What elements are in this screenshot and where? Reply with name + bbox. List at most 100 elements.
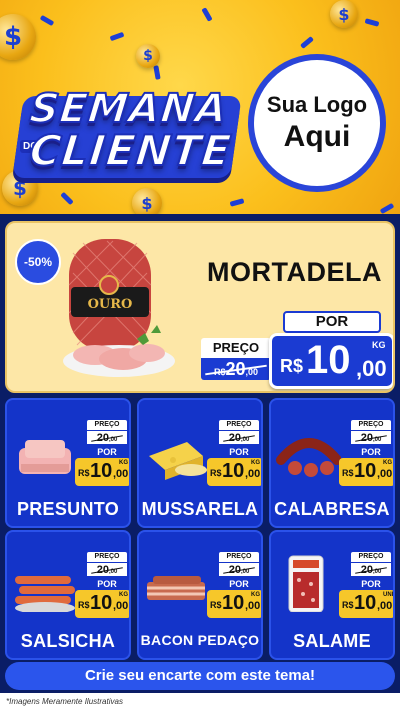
price-unit: KG: [251, 460, 260, 466]
new-price: R$ 10,00 KG: [207, 458, 261, 486]
price-dec: ,00: [377, 600, 393, 612]
por-label: POR: [97, 579, 117, 589]
old-price-value: 20,00: [87, 430, 127, 444]
price-int: 10: [354, 460, 377, 482]
price-unit: KG: [119, 460, 128, 466]
calabresa-image: [276, 438, 341, 477]
old-price-value: 20,00: [87, 562, 127, 576]
price-currency: R$: [280, 356, 304, 376]
old-price: PREÇO20,00: [87, 552, 127, 578]
price-currency: R$: [210, 600, 222, 610]
old-price-value: 20,00: [219, 562, 259, 576]
new-price: R$ 10 ,00 KG: [269, 333, 393, 389]
old-price: PREÇO20,00: [351, 552, 391, 578]
featured-product-name: MORTADELA: [207, 257, 382, 287]
price-dec: ,00: [356, 356, 387, 381]
product-card[interactable]: PREÇO20,00PORR$10,00KGMUSSARELA: [137, 398, 263, 528]
confetti-icon: [60, 191, 74, 206]
price-unit: KG: [251, 592, 260, 598]
mussarela-image: [149, 442, 207, 480]
product-name: SALSICHA: [20, 631, 116, 651]
confetti-icon: [39, 14, 55, 27]
price-unit: KG: [119, 592, 128, 598]
logo-text-line1: Sua Logo: [266, 92, 368, 117]
new-price: R$10,00 UNID: [339, 590, 394, 618]
price-unit: UNID: [383, 592, 394, 598]
price-int: 10: [222, 460, 245, 482]
product-card[interactable]: PREÇO20,00PORR$10,00KGSALSICHA: [5, 530, 131, 660]
product-card[interactable]: PREÇO20,00PORR$10,00KGCALABRESA: [269, 398, 395, 528]
flyer-page: $ $ $ $ $ SEMANA DO CLIENTE Sua Logo Aqu…: [0, 0, 400, 711]
product-name: PRESUNTO: [16, 499, 120, 519]
confetti-icon: [201, 7, 213, 22]
logo-text-line2: Aqui: [283, 120, 351, 153]
confetti-icon: [229, 198, 245, 207]
price-int: 10: [90, 460, 113, 482]
price-currency: R$: [342, 468, 354, 478]
old-price-label: PREÇO: [87, 552, 127, 562]
price-dec: ,00: [245, 468, 261, 480]
por-label: POR: [283, 311, 381, 333]
coin-icon: $: [132, 188, 162, 214]
old-price: PREÇO R$20,00: [201, 338, 271, 382]
discount-badge: -50%: [15, 239, 61, 285]
confetti-icon: [153, 65, 161, 80]
old-price-label: PREÇO: [351, 552, 391, 562]
por-label: POR: [361, 579, 381, 589]
logo-placeholder[interactable]: Sua Logo Aqui: [248, 54, 386, 192]
confetti-icon: [109, 31, 125, 42]
price-currency: R$: [78, 468, 90, 478]
title-line-cliente: CLIENTE: [26, 125, 235, 176]
price-int: 10: [306, 338, 351, 382]
price-unit: KG: [383, 460, 392, 466]
cta-button[interactable]: Crie seu encarte com este tema!: [5, 662, 395, 690]
coin-icon: $: [330, 0, 358, 28]
product-card[interactable]: PREÇO20,00POR R$10,00 UNID SALAME: [269, 530, 395, 660]
footer: *Imagens Meramente Ilustrativas: [0, 693, 400, 711]
confetti-icon: [300, 36, 314, 49]
salame-image: [288, 555, 324, 612]
price-int: 10: [90, 592, 113, 614]
por-label: POR: [229, 579, 249, 589]
price-currency: R$: [78, 600, 90, 610]
product-card[interactable]: PREÇO20,00PORR$10,00KGPRESUNTO: [5, 398, 131, 528]
product-name: MUSSARELA: [141, 499, 259, 519]
price-dec: ,00: [245, 600, 261, 612]
old-price: PREÇO20,00: [219, 552, 259, 578]
product-name: CALABRESA: [274, 499, 390, 519]
por-label: POR: [97, 447, 117, 457]
mortadela-image: OURO: [63, 239, 175, 377]
brand-label: OURO: [88, 297, 133, 312]
price-dec: ,00: [113, 600, 129, 612]
price-currency: R$: [342, 600, 354, 610]
new-price: R$ 10,00 KG: [339, 458, 393, 486]
salsicha-image: [15, 576, 75, 612]
confetti-icon: [364, 18, 380, 27]
new-price: R$ 10,00 KG: [75, 458, 129, 486]
new-price: R$ 10,00 KG: [207, 590, 261, 618]
presunto-image: [19, 440, 71, 474]
old-price: PREÇO20,00: [351, 420, 391, 446]
campaign-title: SEMANA DO CLIENTE: [12, 85, 242, 186]
old-price-label: PREÇO: [219, 420, 259, 430]
price-unit: KG: [372, 340, 386, 350]
por-label: POR: [361, 447, 381, 457]
old-price-label: PREÇO: [219, 552, 259, 562]
old-price-label: PREÇO: [87, 420, 127, 430]
old-price: PREÇO20,00: [87, 420, 127, 446]
footnote: *Imagens Meramente Ilustrativas: [6, 697, 123, 706]
product-name: SALAME: [293, 631, 371, 651]
old-price-label: PREÇO: [351, 420, 391, 430]
price-int: 10: [354, 592, 377, 614]
product-card[interactable]: PREÇO20,00PORR$10,00KGBACON PEDAÇO: [137, 530, 263, 660]
old-price-value: 20,00: [351, 430, 391, 444]
bacon-image: [147, 576, 205, 600]
featured-product-card[interactable]: OURO -50% MORTADELA PREÇO R$20,00 POR R$…: [5, 221, 395, 393]
old-price-label: PREÇO: [201, 338, 271, 358]
old-price: PREÇO20,00: [219, 420, 259, 446]
price-dec: ,00: [113, 468, 129, 480]
price-dec: ,00: [377, 468, 393, 480]
confetti-icon: [379, 202, 395, 214]
coin-icon: $: [136, 44, 160, 68]
old-price-value: 20,00: [219, 430, 259, 444]
